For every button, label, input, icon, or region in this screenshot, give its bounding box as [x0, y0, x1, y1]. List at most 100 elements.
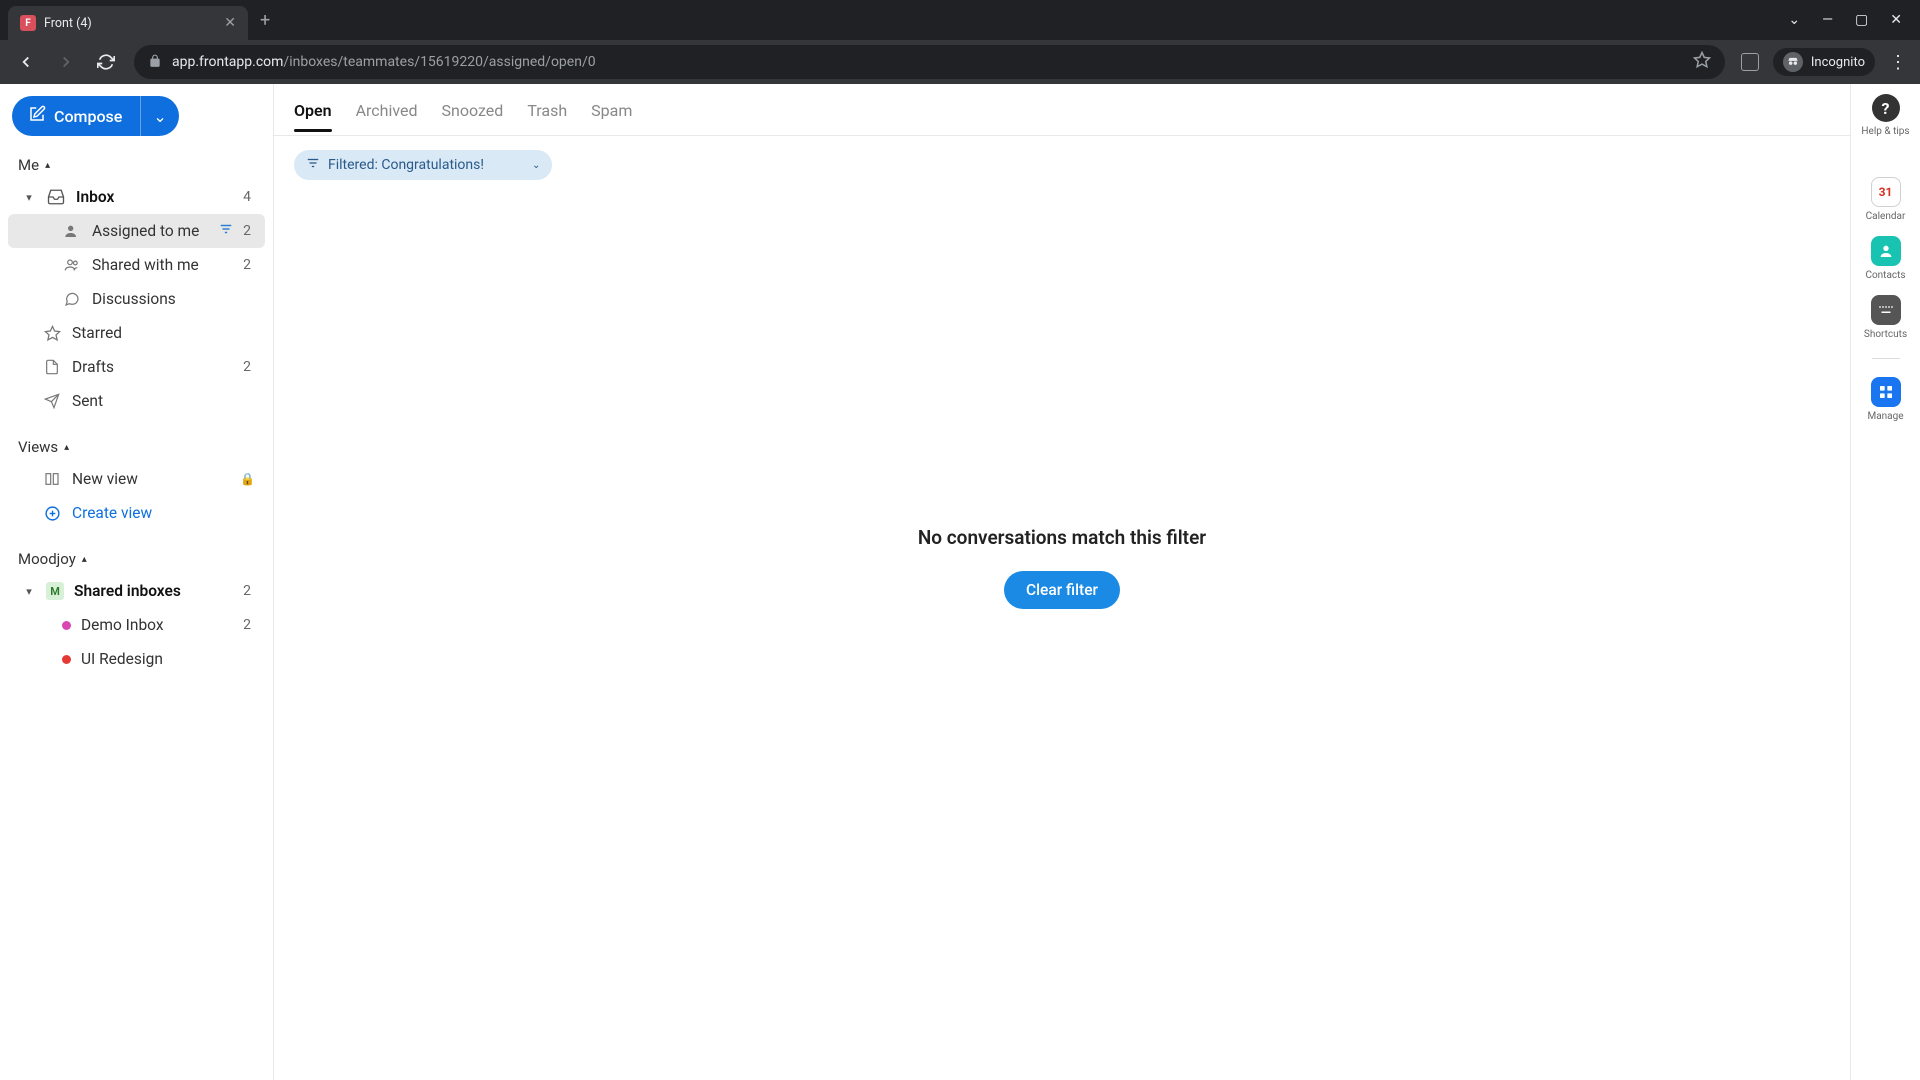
draft-icon: [42, 359, 62, 375]
sidebar-item-demo-inbox[interactable]: Demo Inbox 2: [8, 608, 265, 642]
chevron-down-icon: ⌄: [153, 107, 166, 126]
sidebar-item-ui-redesign[interactable]: UI Redesign: [8, 642, 265, 676]
caret-up-icon: ▴: [82, 554, 87, 565]
color-dot-icon: [62, 655, 71, 664]
tabs-dropdown-icon[interactable]: ⌄: [1788, 12, 1800, 28]
sidebar-item-create-view[interactable]: Create view: [8, 496, 265, 530]
sidebar-item-shared-with-me[interactable]: Shared with me 2: [8, 248, 265, 282]
compose-button[interactable]: Compose ⌄: [12, 96, 179, 136]
sidebar-item-label: Demo Inbox: [81, 616, 233, 634]
filter-icon: [219, 222, 233, 240]
people-icon: [62, 257, 82, 273]
sidebar-item-count: 2: [243, 583, 255, 599]
tab-spam[interactable]: Spam: [591, 101, 632, 132]
sidebar-item-starred[interactable]: Starred: [8, 316, 265, 350]
incognito-label: Incognito: [1811, 55, 1865, 70]
browser-toolbar: app.frontapp.com/inboxes/teammates/15619…: [0, 40, 1920, 84]
columns-icon: [42, 471, 62, 487]
sidebar-item-label: Shared inboxes: [74, 582, 233, 600]
rail-shortcuts[interactable]: Shortcuts: [1851, 295, 1920, 340]
tab-close-icon[interactable]: ✕: [224, 15, 236, 31]
rail-label: Manage: [1867, 411, 1903, 422]
color-dot-icon: [62, 621, 71, 630]
tab-trash[interactable]: Trash: [527, 101, 567, 132]
address-bar[interactable]: app.frontapp.com/inboxes/teammates/15619…: [134, 45, 1725, 79]
tab-open[interactable]: Open: [294, 101, 332, 132]
section-label: Me: [18, 156, 39, 174]
rail-calendar[interactable]: 31 Calendar: [1851, 177, 1920, 222]
sidebar-item-shared-inboxes[interactable]: ▾ M Shared inboxes 2: [8, 574, 265, 608]
chat-icon: [62, 291, 82, 307]
sidebar-item-drafts[interactable]: Drafts 2: [8, 350, 265, 384]
rail-label: Help & tips: [1861, 126, 1909, 137]
star-icon: [42, 325, 62, 342]
sidebar-item-label: Create view: [72, 504, 255, 522]
extensions-icon[interactable]: [1741, 53, 1759, 71]
section-label: Views: [18, 438, 58, 456]
compose-dropdown[interactable]: ⌄: [140, 96, 178, 136]
chevron-down-icon: ▾: [22, 191, 36, 204]
calendar-icon: 31: [1871, 177, 1901, 207]
rail-divider: [1872, 358, 1900, 359]
maximize-icon[interactable]: ▢: [1855, 12, 1868, 28]
close-window-icon[interactable]: ✕: [1890, 12, 1902, 28]
rail-contacts[interactable]: Contacts: [1851, 236, 1920, 281]
sidebar-item-count: 2: [243, 617, 255, 633]
forward-button[interactable]: [54, 50, 78, 74]
sidebar-item-label: Assigned to me: [92, 222, 209, 240]
section-workspace[interactable]: Moodjoy ▴: [8, 544, 265, 574]
keyboard-icon: [1871, 295, 1901, 325]
main-panel: Open Archived Snoozed Trash Spam Filtere…: [274, 84, 1850, 1080]
browser-tab[interactable]: F Front (4) ✕: [8, 6, 248, 40]
sidebar-item-label: Discussions: [92, 290, 255, 308]
lock-icon: 🔒: [240, 472, 255, 486]
plus-circle-icon: [42, 505, 62, 522]
help-icon: ?: [1872, 94, 1900, 122]
sidebar-item-assigned-to-me[interactable]: Assigned to me 2: [8, 214, 265, 248]
back-button[interactable]: [14, 50, 38, 74]
sidebar-item-count: 2: [243, 359, 255, 375]
tab-snoozed[interactable]: Snoozed: [442, 101, 504, 132]
sidebar: Compose ⌄ Me ▴ ▾ Inbox 4 Assigned to me: [0, 84, 274, 1080]
sidebar-item-inbox[interactable]: ▾ Inbox 4: [8, 180, 265, 214]
sidebar-item-new-view[interactable]: New view 🔒: [8, 462, 265, 496]
caret-up-icon: ▴: [45, 160, 50, 171]
reload-button[interactable]: [94, 50, 118, 74]
rail-manage[interactable]: Manage: [1851, 377, 1920, 422]
section-views[interactable]: Views ▴: [8, 432, 265, 462]
filter-row: Filtered: Congratulations! ⌄: [274, 136, 1850, 194]
incognito-badge[interactable]: Incognito: [1773, 48, 1875, 76]
person-assign-icon: [62, 223, 82, 239]
browser-menu-icon[interactable]: ⋮: [1889, 52, 1906, 73]
filter-chip-label: Filtered: Congratulations!: [328, 157, 484, 173]
send-icon: [42, 393, 62, 409]
compose-icon: [28, 105, 46, 127]
rail-label: Calendar: [1866, 211, 1906, 222]
tab-strip: F Front (4) ✕ + ⌄ ― ▢ ✕: [0, 0, 1920, 40]
section-me[interactable]: Me ▴: [8, 150, 265, 180]
sidebar-item-label: Sent: [72, 392, 255, 410]
workspace-badge-icon: M: [46, 582, 64, 600]
incognito-icon: [1783, 52, 1803, 72]
apps-grid-icon: [1871, 377, 1901, 407]
empty-state-message: No conversations match this filter: [918, 526, 1206, 549]
filter-chip[interactable]: Filtered: Congratulations! ⌄: [294, 150, 552, 180]
new-tab-button[interactable]: +: [260, 10, 270, 31]
filter-icon: [306, 156, 320, 174]
sidebar-item-label: Drafts: [72, 358, 233, 376]
sidebar-item-discussions[interactable]: Discussions: [8, 282, 265, 316]
url-text: app.frontapp.com/inboxes/teammates/15619…: [172, 54, 596, 70]
sidebar-item-sent[interactable]: Sent: [8, 384, 265, 418]
rail-help[interactable]: ? Help & tips: [1851, 94, 1920, 137]
caret-up-icon: ▴: [64, 442, 69, 453]
sidebar-item-label: Shared with me: [92, 256, 233, 274]
app-root: Compose ⌄ Me ▴ ▾ Inbox 4 Assigned to me: [0, 84, 1920, 1080]
bookmark-star-icon[interactable]: [1693, 51, 1711, 73]
rail-label: Shortcuts: [1864, 329, 1907, 340]
minimize-icon[interactable]: ―: [1822, 12, 1833, 28]
clear-filter-button[interactable]: Clear filter: [1004, 571, 1120, 609]
favicon-icon: F: [20, 15, 36, 31]
tab-archived[interactable]: Archived: [356, 101, 418, 132]
sidebar-item-label: Inbox: [76, 188, 233, 206]
window-controls: ⌄ ― ▢ ✕: [1788, 12, 1920, 28]
